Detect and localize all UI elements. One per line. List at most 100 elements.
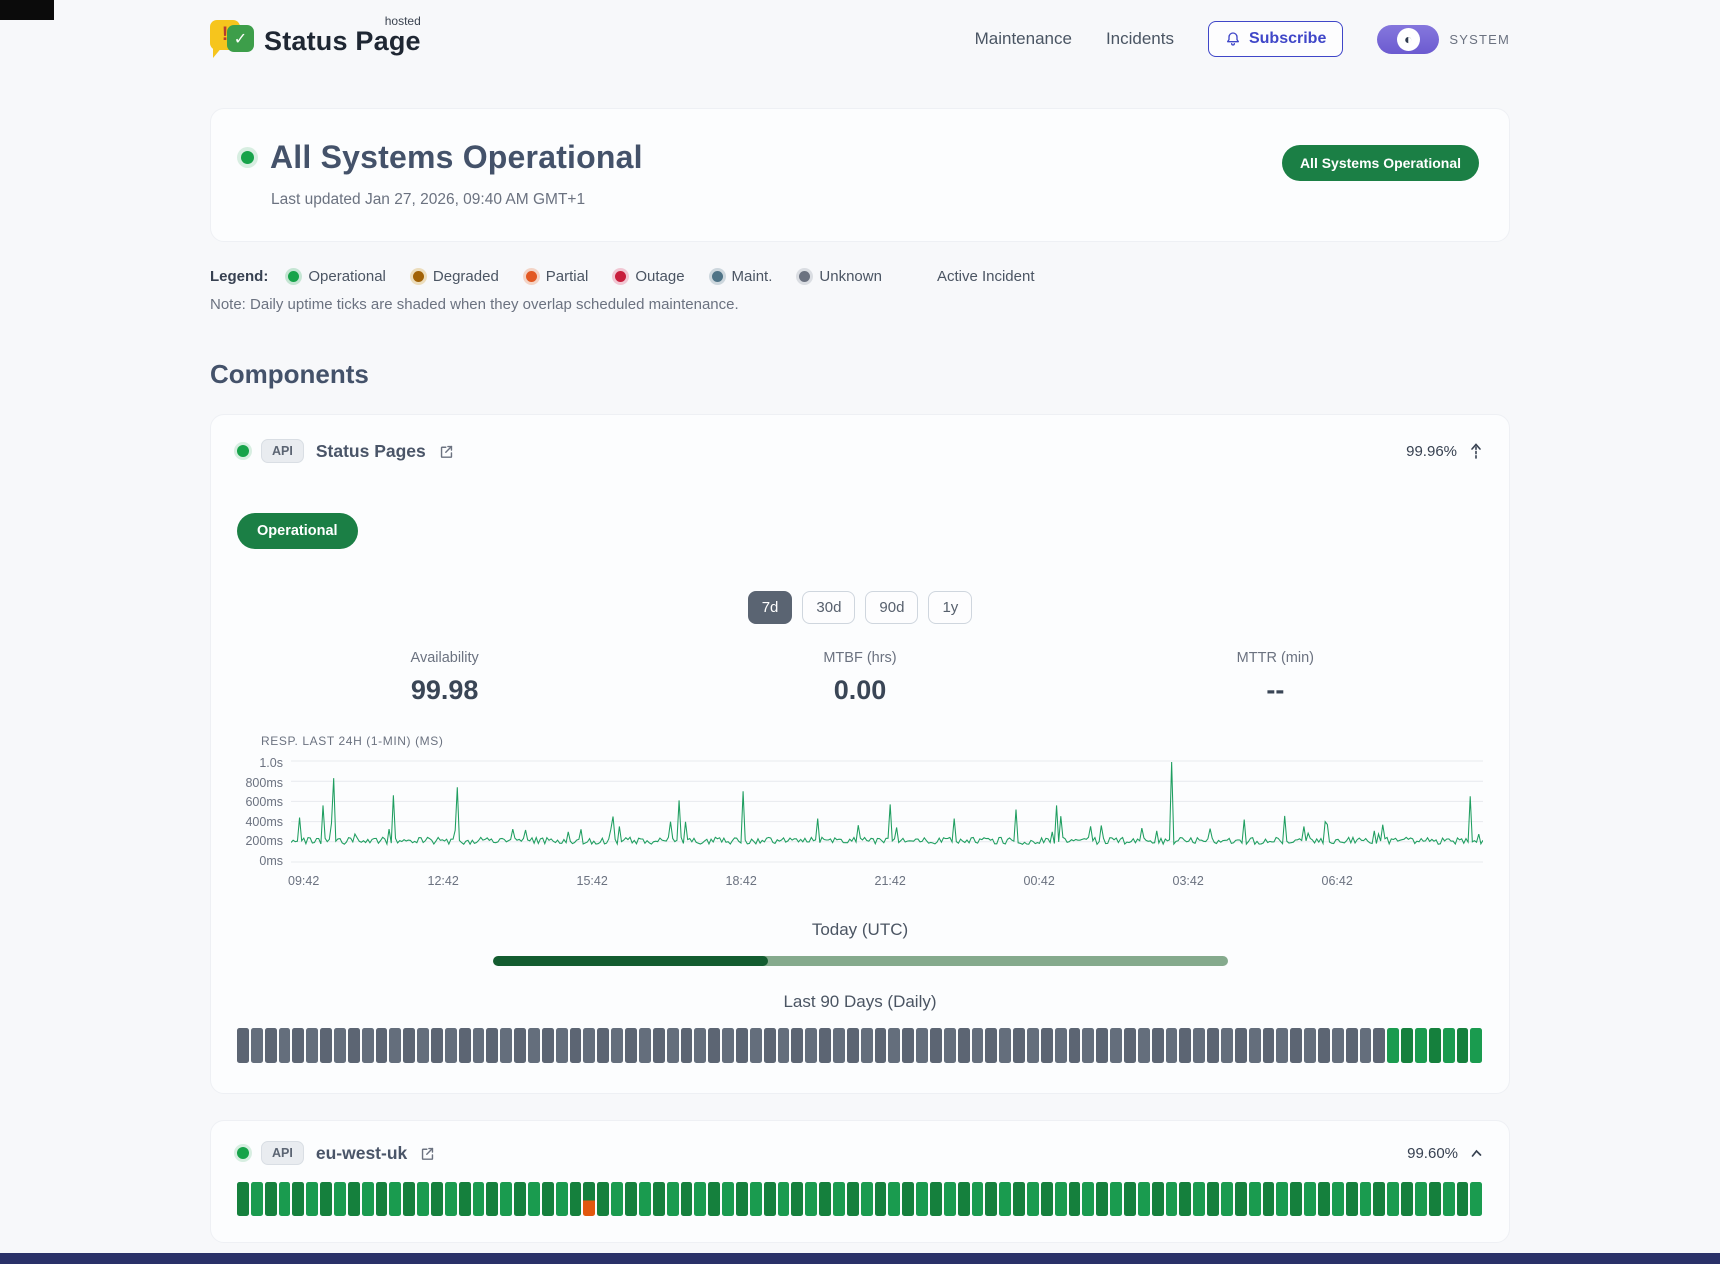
uptime-day-tick[interactable] (958, 1028, 970, 1063)
uptime-day-tick[interactable] (473, 1182, 485, 1216)
uptime-day-tick[interactable] (1263, 1028, 1275, 1063)
range-button-1y[interactable]: 1y (928, 591, 972, 624)
uptime-day-tick[interactable] (1276, 1028, 1288, 1063)
uptime-day-tick[interactable] (362, 1028, 374, 1063)
uptime-day-tick[interactable] (750, 1182, 762, 1216)
uptime-day-tick[interactable] (597, 1182, 609, 1216)
uptime-day-tick[interactable] (417, 1028, 429, 1063)
uptime-day-tick[interactable] (514, 1182, 526, 1216)
range-button-30d[interactable]: 30d (802, 591, 855, 624)
uptime-day-tick[interactable] (570, 1182, 582, 1216)
uptime-day-tick[interactable] (861, 1028, 873, 1063)
uptime-day-tick[interactable] (999, 1182, 1011, 1216)
uptime-day-tick[interactable] (486, 1028, 498, 1063)
uptime-day-tick[interactable] (403, 1028, 415, 1063)
uptime-day-tick[interactable] (1110, 1182, 1122, 1216)
uptime-day-tick[interactable] (320, 1028, 332, 1063)
uptime-day-tick[interactable] (583, 1182, 595, 1216)
uptime-day-tick[interactable] (1096, 1182, 1108, 1216)
uptime-day-tick[interactable] (1429, 1182, 1441, 1216)
uptime-day-tick[interactable] (681, 1028, 693, 1063)
uptime-day-tick[interactable] (722, 1028, 734, 1063)
uptime-day-tick[interactable] (1152, 1028, 1164, 1063)
uptime-day-tick[interactable] (265, 1182, 277, 1216)
uptime-day-tick[interactable] (528, 1182, 540, 1216)
uptime-day-tick[interactable] (1249, 1182, 1261, 1216)
uptime-day-tick[interactable] (611, 1182, 623, 1216)
uptime-day-tick[interactable] (999, 1028, 1011, 1063)
uptime-day-tick[interactable] (1457, 1182, 1469, 1216)
uptime-day-tick[interactable] (1179, 1182, 1191, 1216)
uptime-day-tick[interactable] (251, 1182, 263, 1216)
uptime-day-tick[interactable] (417, 1182, 429, 1216)
logo[interactable]: ! ✓ Status Page hosted (210, 18, 421, 60)
nav-maintenance[interactable]: Maintenance (975, 29, 1072, 49)
uptime-day-tick[interactable] (764, 1028, 776, 1063)
uptime-day-tick[interactable] (1221, 1028, 1233, 1063)
uptime-day-tick[interactable] (1373, 1182, 1385, 1216)
uptime-day-tick[interactable] (667, 1028, 679, 1063)
uptime-day-tick[interactable] (1304, 1182, 1316, 1216)
uptime-day-tick[interactable] (320, 1182, 332, 1216)
uptime-day-tick[interactable] (431, 1182, 443, 1216)
subscribe-button[interactable]: Subscribe (1208, 21, 1343, 57)
uptime-day-tick[interactable] (556, 1028, 568, 1063)
uptime-day-tick[interactable] (1332, 1182, 1344, 1216)
uptime-day-tick[interactable] (500, 1182, 512, 1216)
uptime-day-tick[interactable] (1415, 1028, 1427, 1063)
uptime-day-tick[interactable] (542, 1028, 554, 1063)
uptime-day-tick[interactable] (639, 1182, 651, 1216)
uptime-day-tick[interactable] (473, 1028, 485, 1063)
uptime-day-tick[interactable] (611, 1028, 623, 1063)
uptime-day-tick[interactable] (902, 1182, 914, 1216)
uptime-day-tick[interactable] (888, 1028, 900, 1063)
uptime-day-tick[interactable] (403, 1182, 415, 1216)
uptime-day-tick[interactable] (376, 1182, 388, 1216)
uptime-day-tick[interactable] (653, 1182, 665, 1216)
uptime-day-tick[interactable] (514, 1028, 526, 1063)
uptime-day-tick[interactable] (625, 1182, 637, 1216)
uptime-day-tick[interactable] (819, 1182, 831, 1216)
uptime-day-tick[interactable] (694, 1182, 706, 1216)
uptime-day-tick[interactable] (459, 1182, 471, 1216)
uptime-day-tick[interactable] (1290, 1182, 1302, 1216)
uptime-day-tick[interactable] (292, 1028, 304, 1063)
uptime-day-tick[interactable] (306, 1182, 318, 1216)
uptime-day-tick[interactable] (445, 1182, 457, 1216)
uptime-day-tick[interactable] (722, 1182, 734, 1216)
collapse-arrow-icon[interactable] (1469, 442, 1483, 460)
uptime-day-tick[interactable] (1138, 1182, 1150, 1216)
uptime-day-tick[interactable] (639, 1028, 651, 1063)
uptime-day-tick[interactable] (694, 1028, 706, 1063)
uptime-history-bar[interactable] (237, 1182, 1483, 1216)
uptime-day-tick[interactable] (930, 1028, 942, 1063)
uptime-day-tick[interactable] (1166, 1182, 1178, 1216)
uptime-day-tick[interactable] (292, 1182, 304, 1216)
uptime-day-tick[interactable] (667, 1182, 679, 1216)
uptime-day-tick[interactable] (944, 1182, 956, 1216)
uptime-day-tick[interactable] (653, 1028, 665, 1063)
uptime-day-tick[interactable] (1069, 1028, 1081, 1063)
uptime-day-tick[interactable] (681, 1182, 693, 1216)
uptime-day-tick[interactable] (1443, 1182, 1455, 1216)
range-button-90d[interactable]: 90d (865, 591, 918, 624)
uptime-day-tick[interactable] (431, 1028, 443, 1063)
uptime-day-tick[interactable] (1235, 1028, 1247, 1063)
uptime-day-tick[interactable] (916, 1182, 928, 1216)
uptime-day-tick[interactable] (1027, 1182, 1039, 1216)
uptime-day-tick[interactable] (833, 1028, 845, 1063)
uptime-day-tick[interactable] (875, 1028, 887, 1063)
uptime-day-tick[interactable] (805, 1182, 817, 1216)
uptime-day-tick[interactable] (944, 1028, 956, 1063)
uptime-day-tick[interactable] (1373, 1028, 1385, 1063)
uptime-day-tick[interactable] (237, 1182, 249, 1216)
uptime-day-tick[interactable] (1276, 1182, 1288, 1216)
uptime-day-tick[interactable] (1304, 1028, 1316, 1063)
uptime-day-tick[interactable] (1387, 1028, 1399, 1063)
nav-incidents[interactable]: Incidents (1106, 29, 1174, 49)
uptime-day-tick[interactable] (1138, 1028, 1150, 1063)
uptime-day-tick[interactable] (1166, 1028, 1178, 1063)
uptime-day-tick[interactable] (1013, 1182, 1025, 1216)
uptime-day-tick[interactable] (486, 1182, 498, 1216)
uptime-day-tick[interactable] (1082, 1028, 1094, 1063)
